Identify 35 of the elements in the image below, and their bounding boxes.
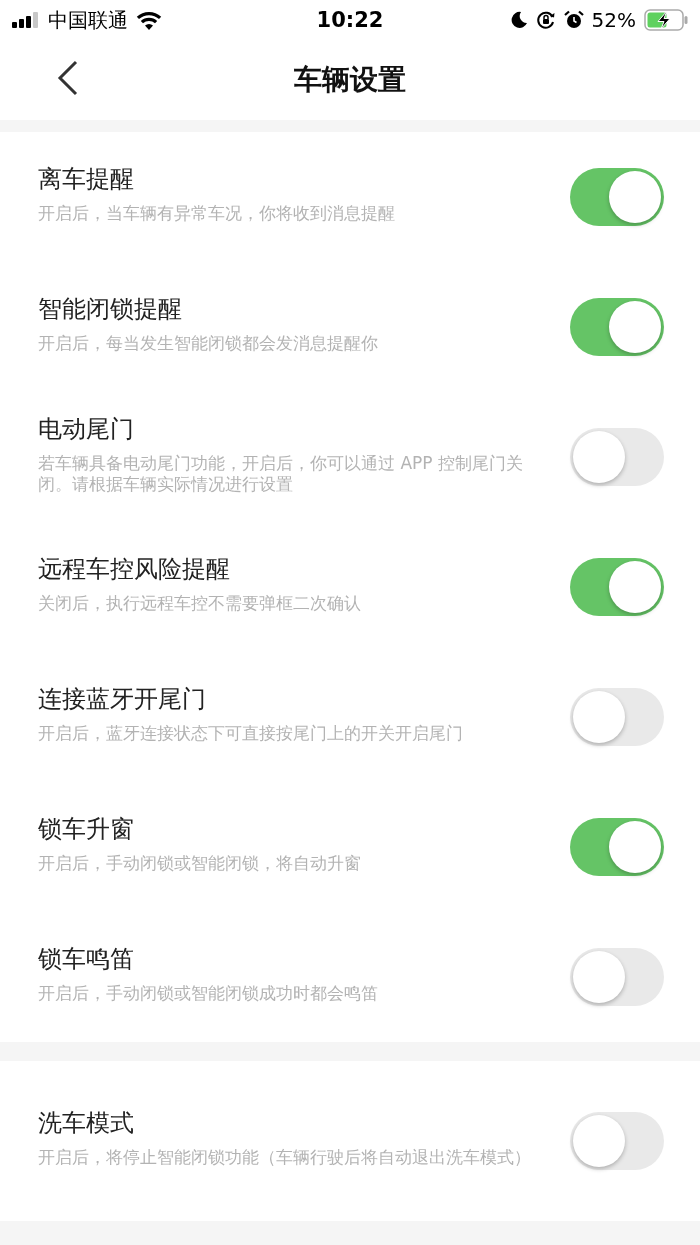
setting-title: 连接蓝牙开尾门	[38, 684, 207, 716]
setting-title: 洗车模式	[38, 1108, 135, 1140]
setting-title: 锁车鸣笛	[38, 944, 135, 976]
setting-title: 智能闭锁提醒	[38, 294, 183, 326]
setting-description: 开启后，手动闭锁或智能闭锁成功时都会鸣笛	[38, 983, 379, 1005]
setting-description: 若车辆具备电动尾门功能，开启后，你可以通过 APP 控制尾门关闭。请根据车辆实际情况进行设置	[38, 452, 524, 496]
clock-time: 10:22	[316, 8, 384, 32]
page-title: 车辆设置	[294, 62, 406, 98]
setting-description: 开启后，每当发生智能闭锁都会发消息提醒你	[38, 333, 379, 355]
toggle-switch[interactable]	[570, 818, 664, 876]
toggle-switch[interactable]	[570, 948, 664, 1006]
toggle-switch[interactable]	[570, 558, 664, 616]
toggle-switch[interactable]	[570, 688, 664, 746]
battery-percent: 52%	[591, 8, 636, 32]
setting-description: 开启后，将停止智能闭锁功能（车辆行驶后将自动退出洗车模式）	[38, 1147, 532, 1169]
setting-title: 远程车控风险提醒	[38, 554, 231, 586]
carrier-name: 中国联通	[48, 6, 128, 34]
back-icon[interactable]	[56, 60, 78, 96]
setting-description: 关闭后，执行远程车控不需要弹框二次确认	[38, 593, 362, 615]
setting-description: 开启后，手动闭锁或智能闭锁，将自动升窗	[38, 853, 362, 875]
moon-icon	[509, 11, 528, 29]
setting-description: 开启后，当车辆有异常车况，你将收到消息提醒	[38, 203, 396, 225]
alarm-icon	[563, 10, 584, 30]
toggle-switch[interactable]	[570, 168, 664, 226]
setting-title: 锁车升窗	[38, 814, 135, 846]
setting-title: 离车提醒	[38, 164, 135, 196]
battery-charging-icon	[644, 9, 688, 31]
setting-title: 电动尾门	[38, 413, 135, 445]
rotation-lock-icon	[535, 10, 556, 30]
wifi-icon	[136, 10, 162, 30]
toggle-switch[interactable]	[570, 298, 664, 356]
toggle-switch[interactable]	[570, 1112, 664, 1170]
toggle-switch[interactable]	[570, 428, 664, 486]
signal-icon	[12, 12, 40, 28]
setting-description: 开启后，蓝牙连接状态下可直接按尾门上的开关开启尾门	[38, 723, 464, 745]
